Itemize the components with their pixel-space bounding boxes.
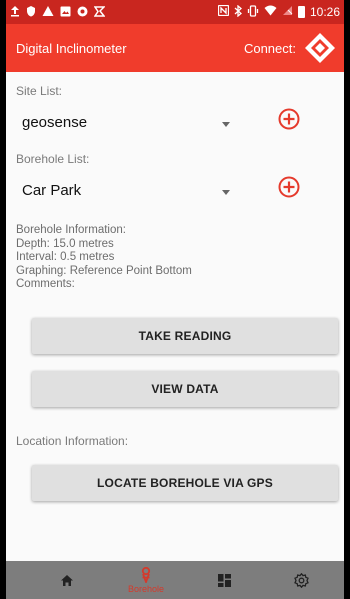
borehole-icon: [141, 566, 151, 583]
battery-icon: [297, 6, 305, 18]
site-select-value: geosense: [22, 114, 88, 131]
borehole-select-value: Car Park: [22, 182, 82, 199]
nav-item-borehole[interactable]: Borehole: [116, 561, 176, 599]
nav-item-settings[interactable]: [271, 561, 331, 599]
location-info-label: Location Information:: [16, 434, 129, 448]
nfc-icon: [217, 4, 230, 19]
no-sim-icon: [282, 5, 293, 19]
image-icon: [60, 6, 71, 19]
status-time: 10:26: [309, 5, 340, 19]
view-data-button[interactable]: VIEW DATA: [32, 371, 338, 407]
status-bar: 10:26: [6, 0, 344, 24]
status-left-icons: [10, 5, 106, 19]
site-list-label: Site List:: [16, 84, 63, 98]
settings-icon: [293, 572, 309, 588]
app-bar: Digital Inclinometer Connect:: [6, 24, 344, 72]
warning-icon: [42, 5, 54, 19]
dashboard-icon: [217, 573, 231, 587]
borehole-depth: Depth: 15.0 metres: [16, 237, 114, 250]
borehole-info-heading: Borehole Information:: [16, 224, 126, 236]
nav-item-dashboard[interactable]: [194, 561, 254, 599]
connect-label[interactable]: Connect:: [244, 41, 296, 56]
shield-icon: [26, 5, 36, 19]
home-icon: [61, 574, 73, 586]
take-reading-button[interactable]: TAKE READING: [32, 318, 338, 354]
plus-circle-icon: [278, 108, 300, 130]
upload-icon: [10, 5, 20, 19]
diamond-logo-icon[interactable]: [304, 32, 336, 64]
borehole-list-label: Borehole List:: [16, 152, 90, 166]
site-select[interactable]: geosense: [16, 110, 236, 138]
locate-borehole-gps-button[interactable]: LOCATE BOREHOLE VIA GPS: [32, 465, 338, 501]
borehole-comments: Comments:: [16, 278, 75, 290]
borehole-graphing: Graphing: Reference Point Bottom: [16, 264, 192, 277]
bluetooth-icon: [234, 4, 242, 20]
borehole-select[interactable]: Car Park: [16, 178, 236, 206]
nav-item-home[interactable]: [37, 561, 97, 599]
status-right-icons: 10:26: [217, 4, 340, 20]
borehole-info: Borehole Information: Depth: 15.0 metres…: [16, 224, 192, 292]
chevron-down-icon: [222, 122, 230, 127]
add-borehole-button[interactable]: [278, 176, 300, 198]
chevron-down-icon: [222, 190, 230, 195]
send-icon: [93, 5, 106, 19]
nav-item-borehole-label: Borehole: [127, 583, 165, 594]
borehole-interval: Interval: 0.5 metres: [16, 251, 115, 263]
add-site-button[interactable]: [278, 108, 300, 130]
app-screen: 10:26 Digital Inclinometer Connect: Site…: [6, 0, 344, 599]
plus-circle-icon: [278, 176, 300, 198]
wifi-icon: [264, 5, 277, 19]
bottom-nav: Borehole: [6, 561, 344, 599]
record-icon: [77, 6, 88, 19]
vibrate-icon: [247, 4, 259, 20]
app-title: Digital Inclinometer: [16, 40, 127, 56]
